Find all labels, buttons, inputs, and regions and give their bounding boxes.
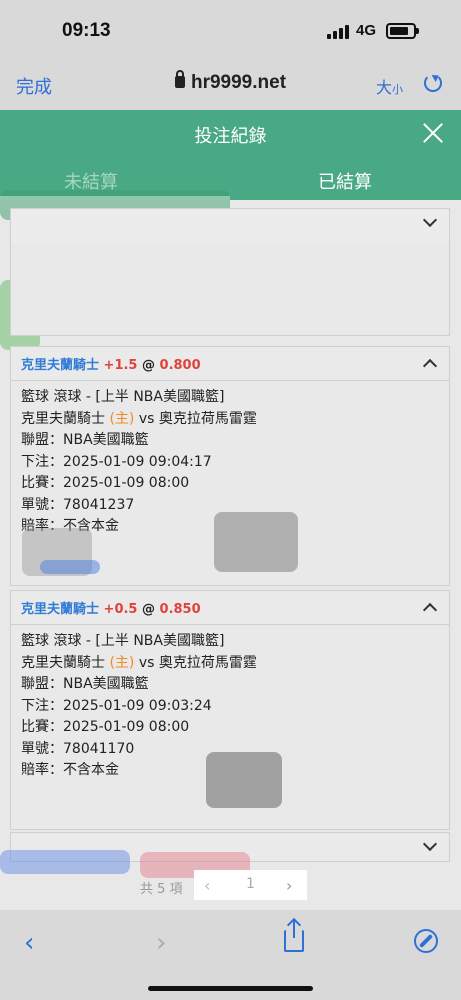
bet-card-header[interactable]: 克里夫蘭騎士 +0.5 @ 0.850 — [11, 591, 449, 625]
match-time-line: 比賽：2025-01-09 08:00 — [21, 475, 190, 491]
compass-icon[interactable] — [414, 929, 438, 953]
vs-label: vs — [138, 654, 155, 671]
font-size-small-label: 小 — [392, 83, 404, 96]
handicap: +1.5 — [103, 358, 138, 373]
scribble-overlay — [40, 560, 100, 574]
match-line: 克里夫蘭騎士 (主) vs 奧克拉荷馬雷霆 — [21, 409, 439, 431]
home-tag: (主) — [109, 654, 135, 671]
sport-line: 籃球 滾球 - [上半 NBA美國職籃] — [21, 633, 225, 649]
url-text: hr9999.net — [190, 72, 287, 93]
page-title: 投注紀錄 — [194, 126, 267, 147]
away-team: 奧克拉荷馬雷霆 — [158, 654, 257, 671]
home-indicator — [148, 986, 313, 991]
current-page[interactable]: 1 — [246, 876, 255, 892]
next-page-button[interactable]: › — [286, 876, 292, 895]
pagination: 共 5 項 ‹ 1 › — [0, 868, 461, 902]
handicap: +0.5 — [103, 602, 138, 617]
team-name: 克里夫蘭騎士 — [21, 602, 100, 617]
sport-line: 籃球 滾球 - [上半 NBA美國職籃] — [21, 389, 225, 405]
share-icon[interactable] — [284, 920, 304, 952]
network-type: 4G — [356, 22, 377, 39]
bet-time-line: 下注：2025-01-09 09:04:17 — [21, 453, 212, 470]
odds: 0.850 — [159, 602, 201, 617]
bet-card-collapsed[interactable] — [10, 208, 450, 336]
bet-card-header[interactable] — [11, 209, 449, 243]
vs-label: vs — [138, 410, 155, 427]
bet-card-header[interactable]: 克里夫蘭騎士 +1.5 @ 0.800 — [11, 347, 449, 381]
status-time: 09:13 — [62, 20, 111, 41]
total-count: 共 5 項 — [140, 882, 183, 897]
signal-icon — [327, 25, 351, 39]
scribble-overlay — [206, 752, 282, 808]
at-symbol: @ — [142, 602, 155, 617]
chevron-down-icon[interactable] — [422, 212, 438, 228]
lock-icon — [174, 70, 185, 88]
forward-button[interactable]: › — [156, 928, 166, 958]
reload-icon[interactable] — [424, 74, 442, 92]
team-name: 克里夫蘭騎士 — [21, 358, 100, 373]
font-size-label: 大 — [376, 78, 393, 97]
tab-settled[interactable]: 已結算 — [318, 168, 372, 194]
home-tag: (主) — [109, 410, 135, 427]
match-line: 克里夫蘭騎士 (主) vs 奧克拉荷馬雷霆 — [21, 653, 439, 675]
home-team: 克里夫蘭騎士 — [21, 654, 105, 671]
bet-time-line: 下注：2025-01-09 09:03:24 — [21, 697, 212, 714]
browser-toolbar: ‹ › — [0, 910, 461, 1000]
league-line: 聯盟：NBA美國職籃 — [21, 432, 149, 448]
chevron-down-icon[interactable] — [422, 836, 438, 852]
away-team: 奧克拉荷馬雷霆 — [158, 410, 257, 427]
chevron-up-icon[interactable] — [422, 358, 438, 374]
pager: ‹ 1 › — [194, 870, 307, 900]
modal-header: 投注紀錄 — [0, 110, 461, 158]
close-icon[interactable] — [422, 122, 444, 144]
match-time-line: 比賽：2025-01-09 08:00 — [21, 719, 190, 735]
font-size-button[interactable]: 大小 — [376, 74, 403, 98]
home-team: 克里夫蘭騎士 — [21, 410, 105, 427]
at-symbol: @ — [142, 358, 155, 373]
back-button[interactable]: ‹ — [24, 928, 34, 958]
bet-summary: 克里夫蘭騎士 +0.5 @ 0.850 — [21, 598, 201, 617]
prev-page-button[interactable]: ‹ — [204, 876, 210, 895]
browser-bar: 完成 hr9999.net 大小 — [0, 60, 461, 110]
bet-summary: 克里夫蘭騎士 +1.5 @ 0.800 — [21, 354, 201, 373]
league-line: 聯盟：NBA美國職籃 — [21, 676, 149, 692]
odds: 0.800 — [159, 358, 201, 373]
status-bar: 09:13 4G — [0, 0, 461, 60]
scribble-overlay — [214, 512, 298, 572]
battery-icon — [386, 23, 419, 39]
chevron-up-icon[interactable] — [422, 602, 438, 618]
